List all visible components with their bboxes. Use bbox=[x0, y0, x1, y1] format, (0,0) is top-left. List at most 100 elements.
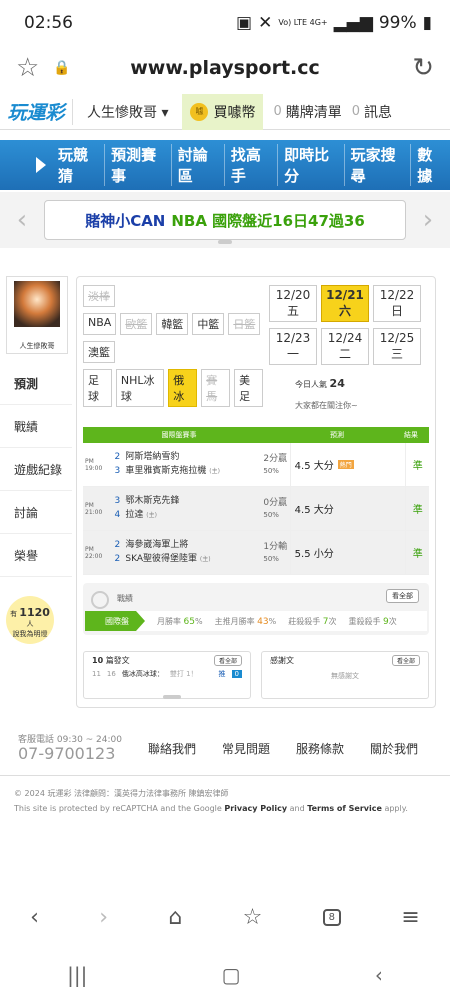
terms-of-service-link[interactable]: Terms of Service bbox=[307, 804, 382, 813]
back-icon[interactable]: ‹ bbox=[30, 905, 39, 930]
menu-item-discuss[interactable]: 討論 bbox=[0, 491, 72, 534]
date-button[interactable]: 12/23 一 bbox=[269, 328, 317, 365]
stat-banker-label: 莊殺殺手 bbox=[288, 616, 321, 626]
stat-big-label: 重殺殺手 bbox=[348, 616, 381, 626]
game-pick: 4.5 大分 熱門 bbox=[289, 442, 407, 487]
league-tag[interactable]: 歐籃 bbox=[120, 313, 153, 335]
avatar[interactable] bbox=[14, 281, 60, 327]
post-date: 16 bbox=[106, 670, 116, 678]
buy-coin-button[interactable]: 噱 買噱幣 bbox=[182, 93, 264, 130]
header-predict: 預測 bbox=[330, 431, 344, 439]
game-teams: 2 阿斯塔納雪豹 3 車里雅賓斯克拖拉機 (主) bbox=[109, 450, 263, 479]
date-button[interactable]: 12/22 日 bbox=[373, 285, 421, 322]
system-back-icon[interactable]: ‹ bbox=[375, 963, 383, 987]
footer-link-about[interactable]: 關於我們 bbox=[370, 740, 418, 757]
menu-item-games[interactable]: 遊戲紀錄 bbox=[0, 448, 72, 491]
nav-item[interactable]: 數據 bbox=[411, 144, 450, 186]
menu-item-honor[interactable]: 榮譽 bbox=[0, 534, 72, 577]
main-nav-banner: 玩競猜 預測賽事 討論區 找高手 即時比分 玩家搜尋 數據 bbox=[0, 140, 450, 190]
nav-item[interactable]: 預測賽事 bbox=[105, 144, 172, 186]
nav-item[interactable]: 玩競猜 bbox=[52, 144, 106, 186]
stat-pct: % bbox=[268, 616, 277, 626]
arrow-icon bbox=[36, 157, 46, 173]
league-tag[interactable]: 美足 bbox=[234, 369, 263, 407]
league-tag[interactable]: NBA bbox=[83, 313, 117, 335]
date-picker: 12/20 五 12/21 六 12/22 日 12/23 一 12/24 二 12/25… bbox=[269, 285, 429, 371]
date-weekday: 三 bbox=[390, 347, 403, 361]
league-tag[interactable]: 日籃 bbox=[228, 313, 261, 335]
date-weekday: 六 bbox=[338, 304, 351, 318]
home-button-icon[interactable]: ▢ bbox=[222, 963, 241, 987]
target-icon bbox=[91, 591, 109, 609]
message-link[interactable]: 訊息 bbox=[364, 102, 392, 122]
post-item[interactable]: 11 16 俄冰高冰球： 雙打 1！ 推 0 bbox=[84, 669, 250, 679]
nav-item[interactable]: 玩家搜尋 bbox=[345, 144, 412, 186]
league-tag[interactable]: 賽馬 bbox=[201, 369, 231, 407]
nav-item[interactable]: 討論區 bbox=[172, 144, 225, 186]
footer-link-terms[interactable]: 服務條款 bbox=[296, 740, 344, 757]
ticker-box[interactable]: 賭神小CAN NBA 國際盤近16日47過36 bbox=[44, 200, 406, 240]
league-tag[interactable]: 中籃 bbox=[192, 313, 225, 335]
status-time: 02:56 bbox=[24, 13, 73, 33]
bookmarks-icon[interactable]: ☆ bbox=[243, 905, 263, 930]
date-row: 12/23 一 12/24 二 12/25 三 bbox=[269, 328, 429, 365]
fans-prefix: 有 bbox=[10, 610, 18, 618]
date-button[interactable]: 12/24 二 bbox=[321, 328, 369, 365]
nav-item[interactable]: 找高手 bbox=[225, 144, 279, 186]
service-phone[interactable]: 07-9700123 bbox=[18, 744, 115, 763]
date-row: 12/20 五 12/21 六 12/22 日 bbox=[269, 285, 429, 322]
game-result: 準 bbox=[412, 549, 423, 560]
forward-icon[interactable]: › bbox=[99, 905, 108, 930]
site-logo[interactable]: 玩運彩 bbox=[0, 94, 72, 130]
header-result: 結果 bbox=[404, 431, 418, 439]
league-tag[interactable]: 淡棒 bbox=[83, 285, 115, 307]
privacy-policy-link[interactable]: Privacy Policy bbox=[224, 804, 287, 813]
status-bar: 02:56 ▣ ✕ Vo) LTE 4G+ ▂▄▆ 99% ▮ bbox=[0, 0, 450, 46]
league-tag[interactable]: 韓籃 bbox=[156, 313, 189, 335]
league-tag[interactable]: 足球 bbox=[83, 369, 112, 407]
tabs-icon[interactable]: 8 bbox=[322, 908, 342, 926]
header-games: 國際盤賽事 bbox=[161, 431, 197, 439]
cart-link[interactable]: 購牌清單 bbox=[286, 102, 342, 122]
nav-item[interactable]: 即時比分 bbox=[278, 144, 345, 186]
team1-number: 3 bbox=[114, 496, 121, 506]
menu-icon[interactable]: ≡ bbox=[401, 905, 419, 930]
game-pick: 4.5 大分 bbox=[289, 486, 407, 531]
posts-all-button[interactable]: 看全部 bbox=[213, 655, 242, 666]
league-tag[interactable]: NHL冰球 bbox=[115, 369, 165, 407]
system-nav-bar: ||| ▢ ‹ bbox=[0, 950, 450, 1000]
user-menu[interactable]: 人生慘敗哥 ▾ bbox=[73, 102, 182, 122]
team1-name: 海參崴海軍上將 bbox=[125, 540, 189, 550]
browser-url-bar: ☆ 🔒 www.playsport.cc ↻ bbox=[0, 46, 450, 90]
recaptcha-text: This site is protected by reCAPTCHA and … bbox=[14, 804, 225, 813]
date-button[interactable]: 12/25 三 bbox=[373, 328, 421, 365]
lock-icon[interactable]: 🔒 bbox=[53, 60, 70, 76]
pick-text: 4.5 大分 bbox=[294, 461, 334, 472]
main-panel: 淡棒 NBA 歐籃 韓籃 中籃 日籃 澳籃 足球 NHL冰球 俄冰 賽馬 美足 12/20 五 12/2… bbox=[76, 276, 436, 708]
avatar-name: 人生慘敗哥 bbox=[19, 342, 55, 350]
date-button[interactable]: 12/20 五 bbox=[269, 285, 317, 322]
stat-big: 重殺殺手 9次 bbox=[349, 616, 397, 627]
next-arrow-icon[interactable]: › bbox=[406, 205, 450, 235]
carousel-dots bbox=[218, 240, 232, 244]
game-odds: 0分贏 50% bbox=[263, 497, 289, 521]
browser-bottom-nav: ‹ › ⌂ ☆ 8 ≡ bbox=[0, 888, 450, 946]
reload-icon[interactable]: ↻ bbox=[412, 53, 434, 83]
footer-link-faq[interactable]: 常見問題 bbox=[222, 740, 270, 757]
thanks-all-button[interactable]: 看全部 bbox=[391, 655, 420, 666]
prev-arrow-icon[interactable]: ‹ bbox=[0, 205, 44, 235]
recent-apps-icon[interactable]: ||| bbox=[67, 963, 87, 987]
footer-link-contact[interactable]: 聯絡我們 bbox=[148, 740, 196, 757]
home-icon[interactable]: ⌂ bbox=[168, 905, 182, 930]
menu-item-predict[interactable]: 預測 bbox=[0, 362, 72, 405]
game-teams: 2 海參崴海軍上將 2 SKA聖彼得堡陸軍 (主) bbox=[109, 538, 263, 567]
game-odds: 2分贏 50% bbox=[263, 453, 289, 477]
fans-count: 1120 bbox=[19, 606, 50, 619]
stats-all-button[interactable]: 看全部 bbox=[386, 589, 419, 603]
league-tag[interactable]: 澳籃 bbox=[83, 341, 115, 363]
date-button[interactable]: 12/21 六 bbox=[321, 285, 369, 322]
bookmark-star-icon[interactable]: ☆ bbox=[16, 53, 39, 83]
menu-item-record[interactable]: 戰績 bbox=[0, 405, 72, 448]
stats-tab[interactable]: 國際盤 bbox=[85, 611, 145, 631]
league-tag[interactable]: 俄冰 bbox=[168, 369, 198, 407]
